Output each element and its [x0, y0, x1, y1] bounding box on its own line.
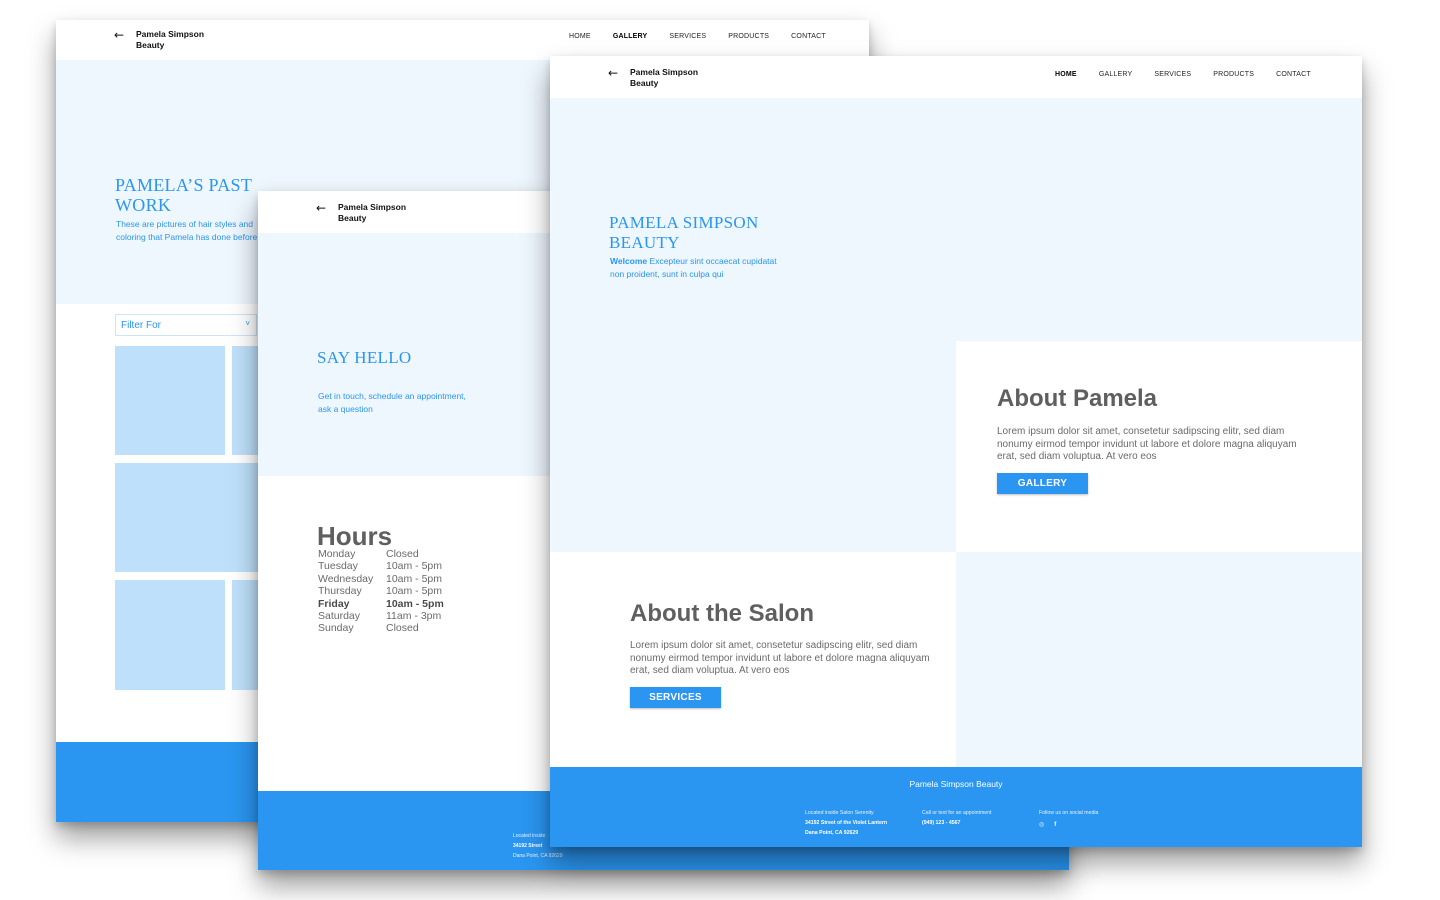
nav-services[interactable]: SERVICES [669, 33, 706, 40]
home-subtitle: Welcome Excepteur sint occaecat cupidata… [610, 255, 780, 280]
brand-line-1: Pamela Simpson [136, 29, 205, 39]
home-page-frame: ← Pamela Simpson Beauty HOME GALLERY SER… [550, 56, 1362, 847]
hours-time: 10am - 5pm [386, 560, 443, 573]
brand-line-2: Beauty [338, 213, 367, 223]
brand-line-2: Beauty [630, 78, 659, 88]
hours-time: 10am - 5pm [386, 572, 443, 585]
services-button[interactable]: SERVICES [630, 687, 721, 708]
site-header: ← Pamela Simpson Beauty HOME GALLERY SER… [550, 56, 1362, 98]
nav-contact[interactable]: CONTACT [1276, 71, 1311, 78]
welcome-label: Welcome [610, 256, 648, 266]
brand-logo[interactable]: Pamela Simpson Beauty [338, 202, 406, 224]
back-arrow-icon[interactable]: ← [114, 29, 124, 41]
hours-row: Tuesday 10am - 5pm [318, 560, 444, 572]
brand-line-1: Pamela Simpson [630, 67, 699, 77]
contact-subtitle: Get in touch, schedule an appointment, a… [318, 391, 466, 414]
footer-phone: Call or text for an appointment (949) 12… [922, 808, 992, 828]
main-nav: HOME GALLERY SERVICES PRODUCTS CONTACT [1055, 71, 1311, 78]
pamela-image-placeholder [550, 341, 956, 552]
footer-location-label: Located inside Salon Serenity [805, 810, 874, 816]
about-pamela-heading: About Pamela [997, 385, 1158, 412]
footer-social-label: Follow us on social media [1039, 810, 1099, 816]
hours-row: Thursday 10am - 5pm [318, 585, 444, 597]
footer-social: Follow us on social media ◎ f [1039, 808, 1098, 830]
nav-contact[interactable]: CONTACT [791, 33, 826, 40]
main-nav: HOME GALLERY SERVICES PRODUCTS CONTACT [569, 33, 826, 40]
hours-day: Tuesday [318, 560, 358, 573]
nav-services[interactable]: SERVICES [1154, 71, 1191, 78]
about-pamela-section: About Pamela Lorem ipsum dolor sit amet,… [956, 341, 1362, 552]
hours-table: Monday Closed Tuesday 10am - 5pm Wednesday… [318, 548, 444, 635]
mockup-stage: ← Pamela Simpson Beauty HOME GALLERY SER… [0, 0, 1440, 900]
hours-row: Sunday Closed [318, 622, 444, 634]
nav-home[interactable]: HOME [1055, 71, 1077, 78]
hours-time: Closed [386, 548, 419, 560]
hours-day: Sunday [318, 622, 354, 635]
footer-city: Dana Point, CA 92629 [805, 830, 859, 836]
hours-day: Friday [318, 597, 350, 610]
footer-city: Dana Point, CA 92629 [513, 853, 563, 859]
facebook-icon[interactable]: f [1054, 820, 1056, 830]
hours-time: 10am - 5pm [386, 597, 444, 610]
brand-line-2: Beauty [136, 40, 165, 50]
filter-label: Filter For [121, 320, 161, 331]
site-footer: Pamela Simpson Beauty Located inside Sal… [550, 767, 1362, 847]
gallery-image-tile[interactable] [115, 580, 225, 690]
about-salon-heading: About the Salon [630, 600, 814, 627]
gallery-button[interactable]: GALLERY [997, 473, 1088, 494]
gallery-title: PAMELA’S PAST WORK [115, 175, 252, 215]
footer-phone-label: Call or text for an appointment [922, 810, 992, 816]
filter-dropdown[interactable]: Filter For ˅ [115, 314, 257, 336]
nav-products[interactable]: PRODUCTS [1213, 71, 1254, 78]
hours-row-today: Friday 10am - 5pm [318, 598, 444, 610]
site-header: ← Pamela Simpson Beauty HOME GALLERY SER… [56, 20, 869, 60]
salon-image-placeholder [956, 552, 1362, 767]
about-salon-text: Lorem ipsum dolor sit amet, consetetur s… [630, 640, 930, 676]
instagram-icon[interactable]: ◎ [1039, 820, 1044, 830]
hours-time: Closed [386, 622, 419, 635]
hours-day: Wednesday [318, 572, 374, 585]
hours-day: Saturday [318, 610, 361, 623]
hours-time: 10am - 5pm [386, 585, 443, 598]
gallery-subtitle: These are pictures of hair styles and co… [116, 219, 258, 242]
brand-logo[interactable]: Pamela Simpson Beauty [136, 29, 204, 51]
contact-title: SAY HELLO [317, 348, 412, 367]
back-arrow-icon[interactable]: ← [608, 67, 618, 79]
footer-location: Located inside Salon Serenity 34192 Stre… [805, 808, 887, 838]
nav-products[interactable]: PRODUCTS [728, 33, 769, 40]
hours-row: Monday Closed [318, 548, 444, 560]
footer-title: Pamela Simpson Beauty [909, 779, 1003, 789]
hours-row: Saturday 11am - 3pm [318, 610, 444, 622]
nav-home[interactable]: HOME [569, 33, 591, 40]
brand-logo[interactable]: Pamela Simpson Beauty [630, 67, 698, 89]
chevron-down-icon: ˅ [245, 319, 250, 328]
nav-gallery[interactable]: GALLERY [613, 33, 648, 40]
about-pamela-text: Lorem ipsum dolor sit amet, consetetur s… [997, 426, 1297, 462]
hours-day: Thursday [318, 585, 362, 598]
hours-time: 11am - 3pm [386, 610, 442, 623]
social-icons: ◎ f [1039, 820, 1098, 830]
footer-phone-number[interactable]: (949) 123 - 4567 [922, 818, 992, 828]
footer-street: 34192 Street of the Violet Lantern [805, 820, 888, 826]
brand-line-1: Pamela Simpson [338, 202, 407, 212]
nav-gallery[interactable]: GALLERY [1099, 71, 1133, 78]
about-salon-section: About the Salon Lorem ipsum dolor sit am… [550, 552, 956, 767]
hours-day: Monday [318, 548, 356, 560]
hours-row: Wednesday 10am - 5pm [318, 573, 444, 585]
footer-street: 34192 Street [513, 843, 543, 849]
back-arrow-icon[interactable]: ← [316, 202, 326, 214]
home-title: PAMELA SIMPSON BEAUTY [609, 213, 759, 252]
gallery-image-tile[interactable] [115, 346, 225, 455]
